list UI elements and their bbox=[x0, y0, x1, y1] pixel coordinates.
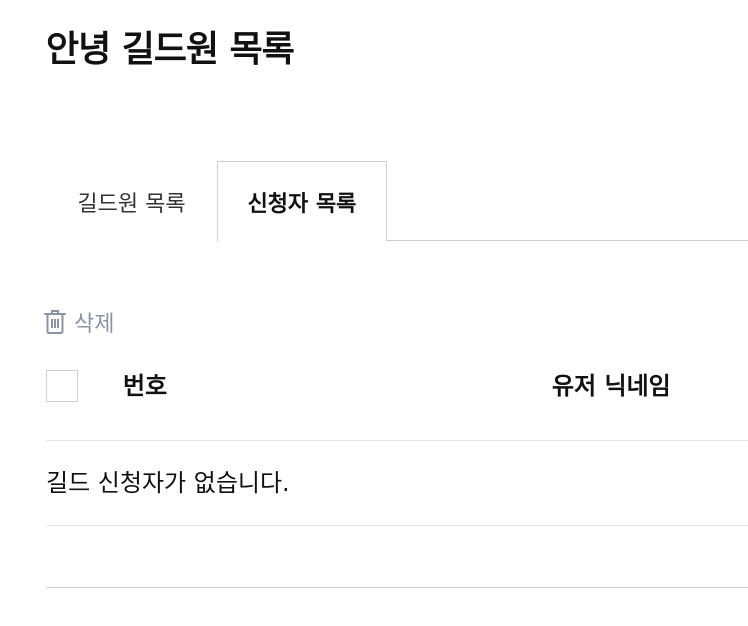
tab-applicants-label: 신청자 목록 bbox=[247, 191, 357, 217]
table-bottom-divider bbox=[46, 587, 748, 588]
empty-state-message: 길드 신청자가 없습니다. bbox=[46, 469, 290, 497]
tab-applicants[interactable]: 신청자 목록 bbox=[217, 161, 387, 242]
tab-guild-members-label: 길드원 목록 bbox=[77, 192, 186, 217]
tab-guild-members[interactable]: 길드원 목록 bbox=[46, 161, 217, 241]
page-title: 안녕 길드원 목록 bbox=[46, 29, 295, 70]
delete-button[interactable]: 삭제 bbox=[44, 306, 114, 338]
select-all-checkbox[interactable] bbox=[46, 370, 78, 402]
tab-bar: 길드원 목록 신청자 목록 bbox=[46, 161, 748, 242]
table-header-divider bbox=[46, 440, 748, 441]
column-header-nickname: 유저 닉네임 bbox=[552, 372, 671, 400]
delete-label: 삭제 bbox=[74, 312, 115, 337]
table-header: 번호 유저 닉네임 bbox=[46, 366, 748, 416]
trash-icon bbox=[44, 309, 66, 335]
table-row-divider bbox=[46, 525, 748, 526]
column-header-number: 번호 bbox=[123, 372, 168, 400]
